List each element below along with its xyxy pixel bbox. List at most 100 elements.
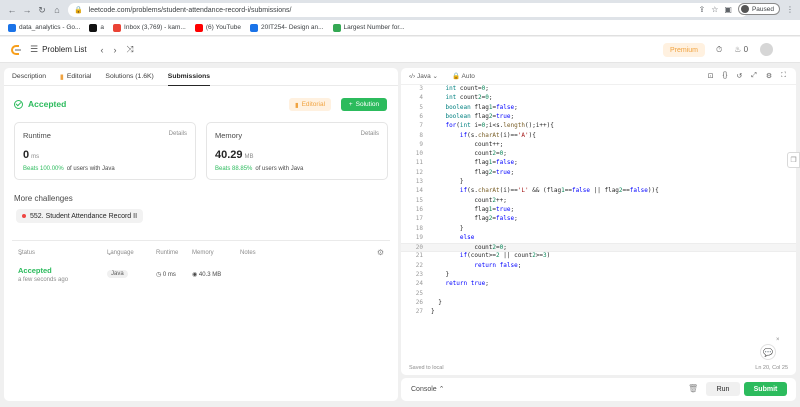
memory-number: 40.29 <box>215 149 243 161</box>
line-text: if(count>=2 || count2>=3) <box>459 252 551 260</box>
code-line[interactable]: 15 count2++; <box>401 197 796 206</box>
bookmark-2[interactable]: Inbox (3,769) - kam... <box>113 23 186 32</box>
braces-icon[interactable]: {} <box>723 72 728 80</box>
code-line[interactable]: 6 boolean flag2=true; <box>401 113 796 122</box>
star-icon[interactable]: ☆ <box>711 5 718 14</box>
code-line[interactable]: 24 return true; <box>401 280 796 289</box>
expand-icon[interactable]: ⛶ <box>781 72 786 80</box>
trash-icon[interactable]: 🗑 <box>688 384 698 393</box>
home-icon[interactable]: ⌂ <box>51 4 63 16</box>
code-line[interactable]: 9 count++; <box>401 141 796 150</box>
side-panel-handle[interactable]: ❐ <box>787 152 800 168</box>
tab-submissions[interactable]: Submissions <box>167 68 211 86</box>
line-text: int count=0; <box>445 85 489 92</box>
col-status[interactable]: Status ⌄ <box>18 250 35 257</box>
code-line[interactable]: 7 for(int i=0;i<s.length();i++){ <box>401 122 796 131</box>
timer-icon[interactable]: ⏱ <box>716 45 722 55</box>
back-icon[interactable]: ← <box>6 4 18 16</box>
code-line[interactable]: 12 flag2=true; <box>401 169 796 178</box>
code-line[interactable]: 14 if(s.charAt(i)=='L' && (flag1==false … <box>401 187 796 196</box>
address-bar[interactable]: 🔒 leetcode.com/problems/student-attendan… <box>68 3 748 17</box>
settings-icon[interactable]: ⚙ <box>766 72 772 80</box>
code-line[interactable]: 16 flag1=true; <box>401 206 796 215</box>
code-line[interactable]: 17 flag2=false; <box>401 215 796 224</box>
editor-panel: ‹/› Java ⌄ 🔒 Auto ⊡ {} ↺ ⤢ ⚙ ⛶ 3 int cou… <box>401 68 796 375</box>
sidepanel-icon[interactable]: ▣ <box>724 5 732 14</box>
row-memory-value: 40.3 MB <box>198 272 222 278</box>
check-circle-icon <box>14 99 23 109</box>
editor-icons: ⊡ {} ↺ ⤢ ⚙ ⛶ <box>708 72 786 80</box>
code-line[interactable]: 19 else <box>401 234 796 243</box>
line-text: count2=0; <box>431 244 507 252</box>
col-language[interactable]: Language ⌄ <box>107 250 134 257</box>
tab-description[interactable]: Description <box>12 68 46 86</box>
line-number: 18 <box>415 224 423 232</box>
challenge-chip[interactable]: 552. Student Attendance Record II <box>16 209 144 223</box>
code-line[interactable]: 10 count2=0; <box>401 150 796 159</box>
solution-button[interactable]: + Solution <box>341 98 387 111</box>
problem-list-link[interactable]: Problem List <box>42 45 86 54</box>
line-number: 12 <box>415 168 423 176</box>
code-line[interactable]: 22 return false; <box>401 262 796 271</box>
chat-icon[interactable]: 💬 <box>760 344 776 360</box>
console-toggle[interactable]: Console ⌃ <box>411 385 445 393</box>
editorial-button[interactable]: ▮ Editorial <box>289 98 332 111</box>
code-line[interactable]: 27} <box>401 308 796 317</box>
code-line[interactable]: 21 if(count>=2 || count2>=3) <box>401 252 796 261</box>
bookmark-label: data_analytics - Go... <box>19 24 81 31</box>
profile-button[interactable]: Paused <box>737 3 780 15</box>
code-line[interactable]: 5 boolean flag1=false; <box>401 104 796 113</box>
reload-icon[interactable]: ↻ <box>36 4 48 16</box>
memory-card[interactable]: Memory Details 40.29 MB Beats 88.85% of us… <box>206 122 388 180</box>
list-icon[interactable]: ☰ <box>30 44 38 55</box>
line-text: } <box>431 224 464 232</box>
bookmark-1[interactable]: a <box>89 23 104 32</box>
line-number: 17 <box>415 215 423 223</box>
language-label: Java <box>416 73 431 80</box>
code-editor[interactable]: 3 int count=0; 4 int count2=0; 5 boolean f… <box>401 85 796 345</box>
fullscreen-split-icon[interactable]: ⤢ <box>751 72 757 80</box>
code-line[interactable]: 3 int count=0; <box>401 85 796 94</box>
code-line[interactable]: 26 } <box>401 299 796 308</box>
share-icon[interactable]: ⇪ <box>699 5 706 14</box>
bookmark-3[interactable]: (6) YouTube <box>194 23 241 32</box>
runtime-card[interactable]: Runtime Details 0 ms Beats 100.00% of user… <box>14 122 196 180</box>
next-problem-icon[interactable]: › <box>114 45 117 55</box>
code-icon: ‹/› <box>409 73 416 80</box>
bookmark-icon[interactable]: ⊡ <box>708 72 714 80</box>
reset-icon[interactable]: ↺ <box>736 72 742 80</box>
memory-details-link[interactable]: Details <box>361 131 379 137</box>
code-line[interactable]: 4 int count2=0; <box>401 94 796 103</box>
user-avatar[interactable] <box>760 43 774 56</box>
line-text: int count2=0; <box>445 94 493 102</box>
code-line[interactable]: 25 <box>401 290 796 299</box>
code-line[interactable]: 20 count2=0; <box>401 243 796 253</box>
bookmark-0[interactable]: data_analytics - Go... <box>8 23 81 32</box>
gear-icon[interactable]: ⚙ <box>377 248 384 257</box>
runtime-beats: Beats 100.00% of users with Java <box>23 166 187 172</box>
runtime-beats-pct: Beats 100.00% <box>23 166 64 172</box>
submit-button[interactable]: Submit <box>744 382 787 396</box>
auto-toggle[interactable]: 🔒 Auto <box>452 72 475 80</box>
code-line[interactable]: 11 flag1=false; <box>401 159 796 168</box>
forward-icon[interactable]: → <box>21 4 33 16</box>
tab-solutions[interactable]: Solutions (1.6K) <box>105 68 153 86</box>
premium-button[interactable]: Premium <box>663 43 706 57</box>
code-line[interactable]: 13 } <box>401 178 796 187</box>
runtime-details-link[interactable]: Details <box>169 131 187 137</box>
menu-icon[interactable]: ⋮ <box>786 5 794 14</box>
run-button[interactable]: Run <box>706 382 740 396</box>
close-icon[interactable]: × <box>776 337 780 343</box>
code-line[interactable]: 23 } <box>401 271 796 280</box>
bookmark-4[interactable]: 20IT254- Design an... <box>250 23 324 32</box>
shuffle-icon[interactable]: ⤨ <box>127 44 134 55</box>
prev-problem-icon[interactable]: ‹ <box>101 45 104 55</box>
tab-editorial[interactable]: ▮ Editorial <box>60 68 91 86</box>
coins[interactable]: ♨ 0 <box>734 45 748 54</box>
leetcode-logo-icon[interactable] <box>10 44 22 56</box>
row-status[interactable]: Accepted <box>18 266 52 275</box>
code-line[interactable]: 18 } <box>401 225 796 234</box>
code-line[interactable]: 8 if(s.charAt(i)=='A'){ <box>401 132 796 141</box>
bookmark-5[interactable]: Largest Number for... <box>332 23 405 32</box>
language-select[interactable]: ‹/› Java ⌄ <box>409 72 438 80</box>
